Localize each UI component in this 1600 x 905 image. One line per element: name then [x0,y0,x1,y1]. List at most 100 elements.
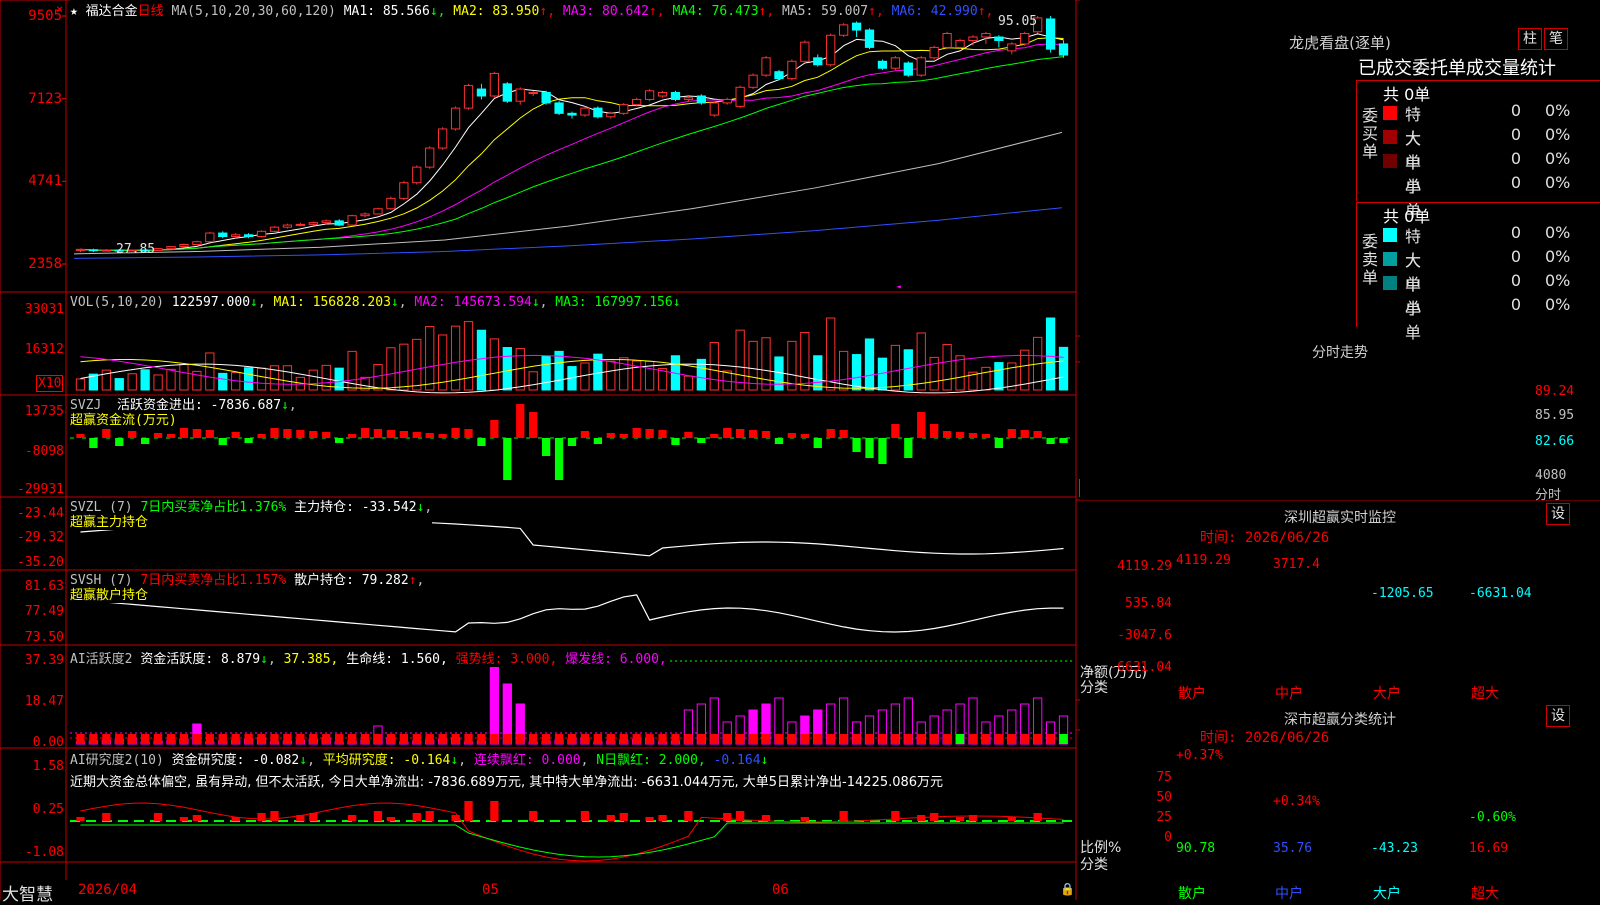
ai2-bar [490,801,499,821]
candle[interactable] [644,90,655,100]
candle[interactable] [554,102,564,114]
candle[interactable] [994,36,1004,41]
period-label[interactable]: 日线 [138,4,164,19]
volume-bar [890,344,901,391]
bar-toggle-button[interactable]: 柱 [1518,28,1542,50]
candle[interactable] [541,92,551,104]
candle[interactable] [929,46,939,59]
ai1-base-bar [451,734,460,744]
candle[interactable] [295,223,306,226]
candle[interactable] [1020,33,1030,45]
candle[interactable] [153,248,163,251]
candle[interactable] [386,197,396,210]
candle[interactable] [955,39,965,48]
ai1-base-bar [865,734,874,744]
candle[interactable] [813,57,823,66]
candle[interactable] [1058,43,1069,56]
candle[interactable] [88,249,99,252]
candle[interactable] [192,241,202,245]
candle[interactable] [412,166,422,184]
ai1-t4: 强势线: 3.000, [455,652,558,667]
candle[interactable] [269,226,280,232]
candle[interactable] [968,36,978,41]
tick-toggle-button[interactable]: 笔 [1544,28,1568,50]
candle[interactable] [463,85,474,109]
candle[interactable] [890,57,901,69]
volume-bar [929,356,939,391]
sz-monitor-settings-button[interactable]: 设 [1546,503,1570,525]
candle[interactable] [476,88,487,97]
sz-class-pct-3: -0.60% [1469,810,1516,826]
candle[interactable] [748,74,758,88]
candle[interactable] [438,128,448,149]
svzj-bar [360,428,370,438]
candle[interactable] [101,249,111,252]
candle[interactable] [851,22,862,31]
ai1-base-bar [89,734,98,744]
row-rv: 0 [1510,223,1521,242]
candle[interactable] [373,208,383,215]
candle[interactable] [683,97,694,100]
candle[interactable] [75,248,86,251]
candle[interactable] [179,243,189,248]
candle[interactable] [916,57,926,76]
svzj-bar [865,438,874,458]
candle[interactable] [735,86,745,107]
ai2-bar [658,815,667,821]
candle[interactable] [838,24,849,36]
lhb-tabs[interactable]: 已成交委托单成交量统计 [1358,54,1556,80]
candle[interactable] [942,33,952,48]
candle[interactable] [761,57,771,76]
ai2-axis-label-2: -1.08 [24,845,64,860]
candle[interactable] [864,29,875,48]
candle[interactable] [800,41,810,62]
candle[interactable] [347,215,357,226]
svzj-bar [1020,430,1029,438]
candle[interactable] [580,107,590,116]
candle[interactable] [515,88,525,102]
candle[interactable] [619,104,629,114]
candle[interactable] [903,62,913,76]
candle[interactable] [774,71,784,80]
candle[interactable] [632,98,642,106]
candle[interactable] [722,98,732,104]
candle[interactable] [425,147,435,168]
color-square [1383,178,1397,192]
candle[interactable] [489,72,500,97]
candle[interactable] [567,112,577,116]
candle[interactable] [787,60,797,80]
candle[interactable] [593,107,603,118]
candle[interactable] [502,83,512,102]
candle[interactable] [308,222,318,225]
candle[interactable] [709,102,719,116]
candle[interactable] [826,34,836,66]
svzl-label: SVZL (7) [70,500,133,515]
lock-icon[interactable]: 🔒 [1060,882,1075,896]
candle[interactable] [360,213,370,217]
candle[interactable] [450,107,461,130]
candle[interactable] [670,92,681,100]
candle[interactable] [981,33,991,38]
candle[interactable] [1045,18,1056,50]
row-rv: 0 [1510,295,1521,314]
candle[interactable] [256,230,267,238]
ai1-t1: 资金活跃度: 8.879 [140,652,261,667]
candle[interactable] [657,92,668,97]
candle[interactable] [399,182,409,199]
candle[interactable] [528,92,538,95]
candle[interactable] [877,60,888,69]
candle[interactable] [205,232,215,243]
candle[interactable] [321,220,331,224]
candle[interactable] [696,95,706,104]
candle[interactable] [282,224,293,228]
candle[interactable] [334,220,344,226]
candle[interactable] [231,234,241,238]
candle[interactable] [218,232,228,238]
candle[interactable] [166,246,176,250]
candle[interactable] [606,112,616,118]
sz-class-settings-button[interactable]: 设 [1546,705,1570,727]
candle[interactable] [243,234,254,238]
volume-bar [761,337,771,391]
candle[interactable] [1007,43,1017,52]
ai1-base-bar [1046,734,1055,744]
